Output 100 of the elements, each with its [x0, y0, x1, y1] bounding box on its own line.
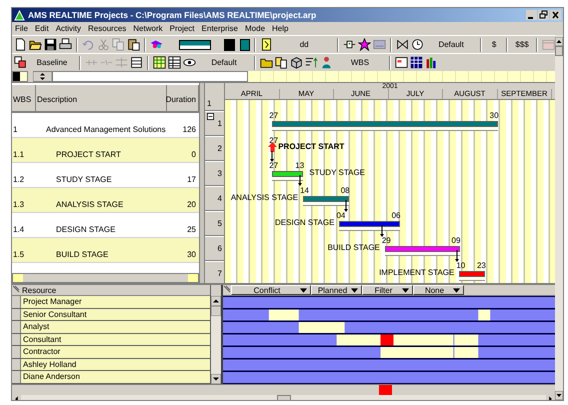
scroll-thumb[interactable] — [555, 46, 563, 56]
resource-name[interactable]: Analyst — [21, 321, 210, 332]
table-cell-text: Advanced Management Solutions — [45, 124, 167, 136]
overload-marker — [379, 385, 392, 395]
sort-icon[interactable] — [305, 56, 318, 69]
dependency-arrow — [298, 174, 302, 186]
cube-icon[interactable] — [290, 56, 303, 69]
folder-icon[interactable] — [260, 56, 273, 69]
table-cell-text: 0 — [190, 149, 197, 161]
menu-item[interactable]: File — [15, 24, 28, 33]
allocation-block — [268, 310, 299, 320]
collapse-icon[interactable] — [207, 113, 214, 120]
table-cell-text: STUDY STAGE — [55, 174, 113, 186]
eye-icon[interactable] — [183, 56, 196, 69]
row-number: 3 — [218, 169, 222, 178]
resource-name[interactable]: Project Manager — [21, 296, 210, 308]
date-format-button[interactable]: dd — [275, 38, 334, 52]
task-label: DESIGN STAGE — [275, 218, 334, 227]
start-date: 04 — [336, 212, 346, 220]
color-swatch[interactable] — [12, 71, 28, 82]
bowtie-icon[interactable] — [396, 38, 410, 51]
menu-item[interactable]: Edit — [34, 24, 49, 33]
close-button[interactable] — [550, 10, 561, 20]
row-number: 1 — [218, 119, 222, 128]
filter-dropdown[interactable]: Planned — [311, 285, 362, 295]
menu-item[interactable]: Network — [133, 24, 163, 33]
corner-grip-icon[interactable] — [12, 285, 20, 295]
end-date: 06 — [392, 212, 400, 220]
dependency-arrow — [344, 200, 348, 212]
filter-dropdown[interactable]: Conflict — [231, 285, 311, 295]
paste-icon[interactable] — [126, 38, 140, 51]
new-file-icon[interactable] — [14, 38, 27, 51]
input-field[interactable] — [52, 71, 248, 82]
start-date: 14 — [300, 187, 310, 195]
resource-name[interactable]: Diane Anderson — [21, 371, 210, 382]
clock-icon[interactable] — [411, 38, 424, 51]
task-label: IMPLEMENT STAGE — [379, 268, 454, 277]
list-icon[interactable] — [130, 56, 143, 69]
save-icon[interactable] — [44, 38, 57, 51]
scroll-up-button[interactable] — [211, 296, 221, 306]
caret-icon — [351, 288, 358, 292]
code-button[interactable]: WBS — [335, 56, 385, 70]
shapes-icon[interactable] — [150, 38, 163, 51]
color-swatch[interactable] — [224, 38, 235, 50]
menu-item[interactable]: Resources — [88, 24, 126, 33]
menu-item[interactable]: Activity — [56, 24, 82, 33]
restore-button[interactable] — [538, 10, 549, 20]
note-icon[interactable] — [260, 38, 274, 51]
menu-item[interactable]: Mode — [245, 24, 266, 33]
grid-table-icon[interactable] — [410, 56, 423, 69]
dependency-arrow — [270, 150, 274, 162]
table-cell-text: BUILD STAGE — [55, 249, 110, 261]
end-date: 30 — [490, 112, 499, 120]
scroll-down-button[interactable] — [211, 374, 221, 384]
bar-style-swatch[interactable] — [178, 40, 211, 50]
resource-name[interactable]: Contractor — [21, 346, 210, 358]
resource-name[interactable]: Consultant — [21, 334, 210, 345]
node-icon[interactable] — [343, 38, 356, 51]
table-scrollbar[interactable] — [12, 273, 199, 283]
menu-item[interactable]: Help — [272, 24, 288, 33]
grid-icon[interactable] — [153, 56, 166, 69]
menu-item[interactable]: Enterprise — [202, 24, 238, 33]
filter-dropdown[interactable]: None — [413, 285, 464, 295]
row-number: 2 — [218, 144, 222, 153]
resource-name[interactable]: Senior Consultant — [21, 308, 210, 320]
cost-detail-button[interactable]: $$$ — [512, 38, 532, 52]
task-label: ANALYSIS STAGE — [230, 193, 298, 202]
menu-item[interactable]: Project — [170, 24, 195, 33]
minimize-button[interactable] — [526, 10, 537, 20]
overlap-icon[interactable] — [14, 56, 27, 69]
table-cell-text: 1.5 — [12, 249, 26, 261]
view-button[interactable]: Default — [426, 38, 476, 52]
scroll-up-button[interactable] — [555, 37, 563, 46]
print-icon[interactable] — [59, 38, 72, 51]
layout-button[interactable]: Default — [198, 56, 250, 70]
documents-icon[interactable] — [275, 56, 288, 69]
color-swatch[interactable] — [240, 38, 250, 50]
bar-chart-icon[interactable] — [425, 56, 438, 69]
end-date: 23 — [476, 262, 486, 270]
baseline-button[interactable]: Baseline — [29, 56, 75, 70]
corner-grip-icon[interactable] — [223, 285, 231, 295]
resource-name[interactable]: Ashley Holland — [21, 358, 210, 370]
start-date: 10 — [456, 262, 466, 270]
table-icon[interactable] — [168, 56, 181, 69]
table-cell-text: 1.2 — [12, 174, 26, 186]
form-icon[interactable] — [395, 56, 408, 69]
spin-button[interactable] — [33, 71, 52, 82]
open-folder-icon[interactable] — [29, 38, 42, 51]
scroll-down-button[interactable] — [555, 391, 563, 400]
window-title: AMS REALTIME Projects - C:\Program Files\AMS REALTIME\project.arp — [28, 10, 316, 20]
start-date: 29 — [382, 237, 391, 245]
table-cell-text: 1.3 — [12, 199, 26, 211]
cost-button[interactable]: $ — [486, 38, 502, 52]
row-number: 6 — [218, 244, 222, 253]
row-number: 4 — [218, 194, 222, 203]
filter-dropdown[interactable]: Filter — [362, 285, 413, 295]
milestone-icon[interactable] — [268, 142, 278, 152]
star-icon[interactable] — [358, 38, 372, 51]
table-cell-text: 30 — [186, 249, 197, 261]
allocation-block — [298, 322, 345, 333]
